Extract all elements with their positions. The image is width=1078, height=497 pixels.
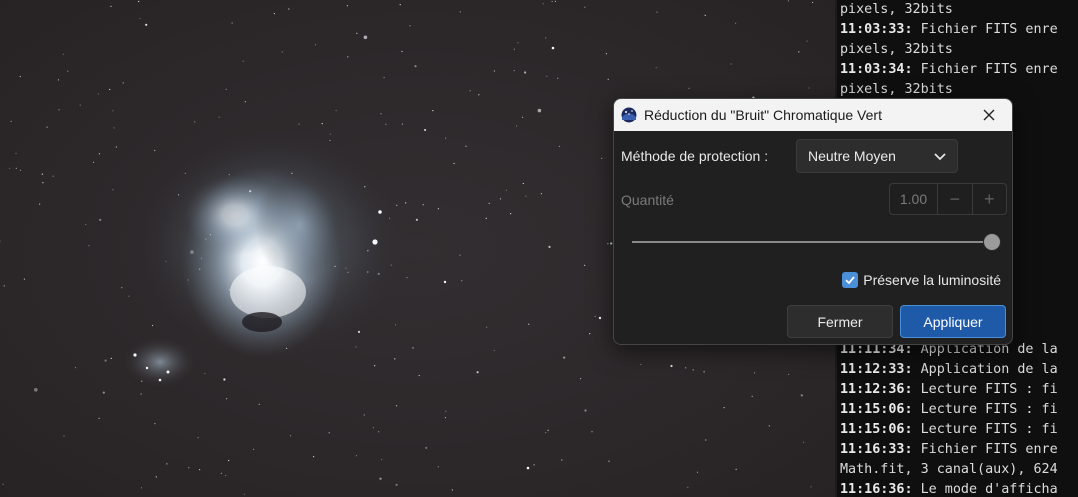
console-text: Fichier FITS enre	[912, 62, 1058, 77]
console-timestamp: 11:15:06:	[840, 402, 913, 417]
dialog-titlebar[interactable]: Réduction du "Bruit" Chromatique Vert	[614, 99, 1012, 131]
console-line: pixels, 32bits	[840, 80, 1078, 100]
siril-app-icon	[620, 106, 638, 124]
increment-button[interactable]: +	[971, 184, 1007, 214]
quantity-stepper[interactable]: 1.00 − +	[889, 183, 1007, 215]
console-line: pixels, 32bits	[840, 40, 1078, 60]
console-text: pixels, 32bits	[840, 2, 953, 17]
console-timestamp: 11:15:06:	[840, 422, 913, 437]
method-label: Méthode de protection :	[621, 148, 769, 164]
console-line: 11:16:33: Fichier FITS enre	[840, 440, 1078, 460]
console-text: Lecture FITS : fi	[912, 402, 1058, 417]
console-text: Lecture FITS : fi	[912, 382, 1058, 397]
console-line: 11:16:36: Le mode d'afficha	[840, 480, 1078, 497]
console-text: pixels, 32bits	[840, 42, 953, 57]
console-text: Le mode d'afficha	[912, 482, 1058, 497]
console-line: pixels, 32bits	[840, 0, 1078, 20]
slider-thumb[interactable]	[983, 233, 1001, 251]
close-button[interactable]: Fermer	[787, 305, 893, 338]
console-line: 11:03:34: Fichier FITS enre	[840, 60, 1078, 80]
console-timestamp: 11:03:33:	[840, 22, 913, 37]
console-line: 11:15:06: Lecture FITS : fi	[840, 400, 1078, 420]
quantity-input[interactable]: 1.00	[890, 184, 938, 214]
console-timestamp: 11:16:33:	[840, 442, 913, 457]
dialog-title: Réduction du "Bruit" Chromatique Vert	[644, 107, 882, 123]
quantity-slider[interactable]	[632, 230, 1004, 254]
chevron-down-icon	[934, 153, 946, 161]
console-text: pixels, 32bits	[840, 82, 953, 97]
console-text: Math.fit, 3 canal(aux), 624	[840, 462, 1058, 477]
console-text: Lecture FITS : fi	[912, 422, 1058, 437]
console-timestamp: 11:12:36:	[840, 382, 913, 397]
method-row: Méthode de protection : Neutre Moyen	[614, 139, 1012, 173]
console-line: 11:12:33: Application de la	[840, 360, 1078, 380]
close-icon[interactable]	[966, 99, 1012, 131]
console-text: Application de la	[912, 362, 1058, 377]
console-line: 11:15:06: Lecture FITS : fi	[840, 420, 1078, 440]
slider-track	[632, 241, 994, 243]
method-select[interactable]: Neutre Moyen	[796, 139, 958, 173]
console-timestamp: 11:03:34:	[840, 62, 913, 77]
chromatic-noise-dialog: Réduction du "Bruit" Chromatique Vert Mé…	[613, 98, 1013, 345]
decrement-button[interactable]: −	[938, 184, 972, 214]
console-timestamp: 11:12:33:	[840, 362, 913, 377]
apply-button[interactable]: Appliquer	[900, 305, 1006, 338]
preserve-luminosity-checkbox[interactable]	[842, 272, 859, 288]
console-text: Fichier FITS enre	[912, 22, 1058, 37]
console-line: 11:03:33: Fichier FITS enre	[840, 20, 1078, 40]
console-line: Math.fit, 3 canal(aux), 624	[840, 460, 1078, 480]
preserve-luminosity-label: Préserve la luminosité	[863, 272, 1001, 288]
console-timestamp: 11:16:36:	[840, 482, 913, 497]
preserve-luminosity-row[interactable]: Préserve la luminosité	[842, 272, 1001, 288]
console-text: Fichier FITS enre	[912, 442, 1058, 457]
quantity-label: Quantité	[621, 192, 674, 208]
method-select-value: Neutre Moyen	[808, 148, 896, 164]
checkmark-icon	[845, 276, 855, 285]
console-line: 11:12:36: Lecture FITS : fi	[840, 380, 1078, 400]
